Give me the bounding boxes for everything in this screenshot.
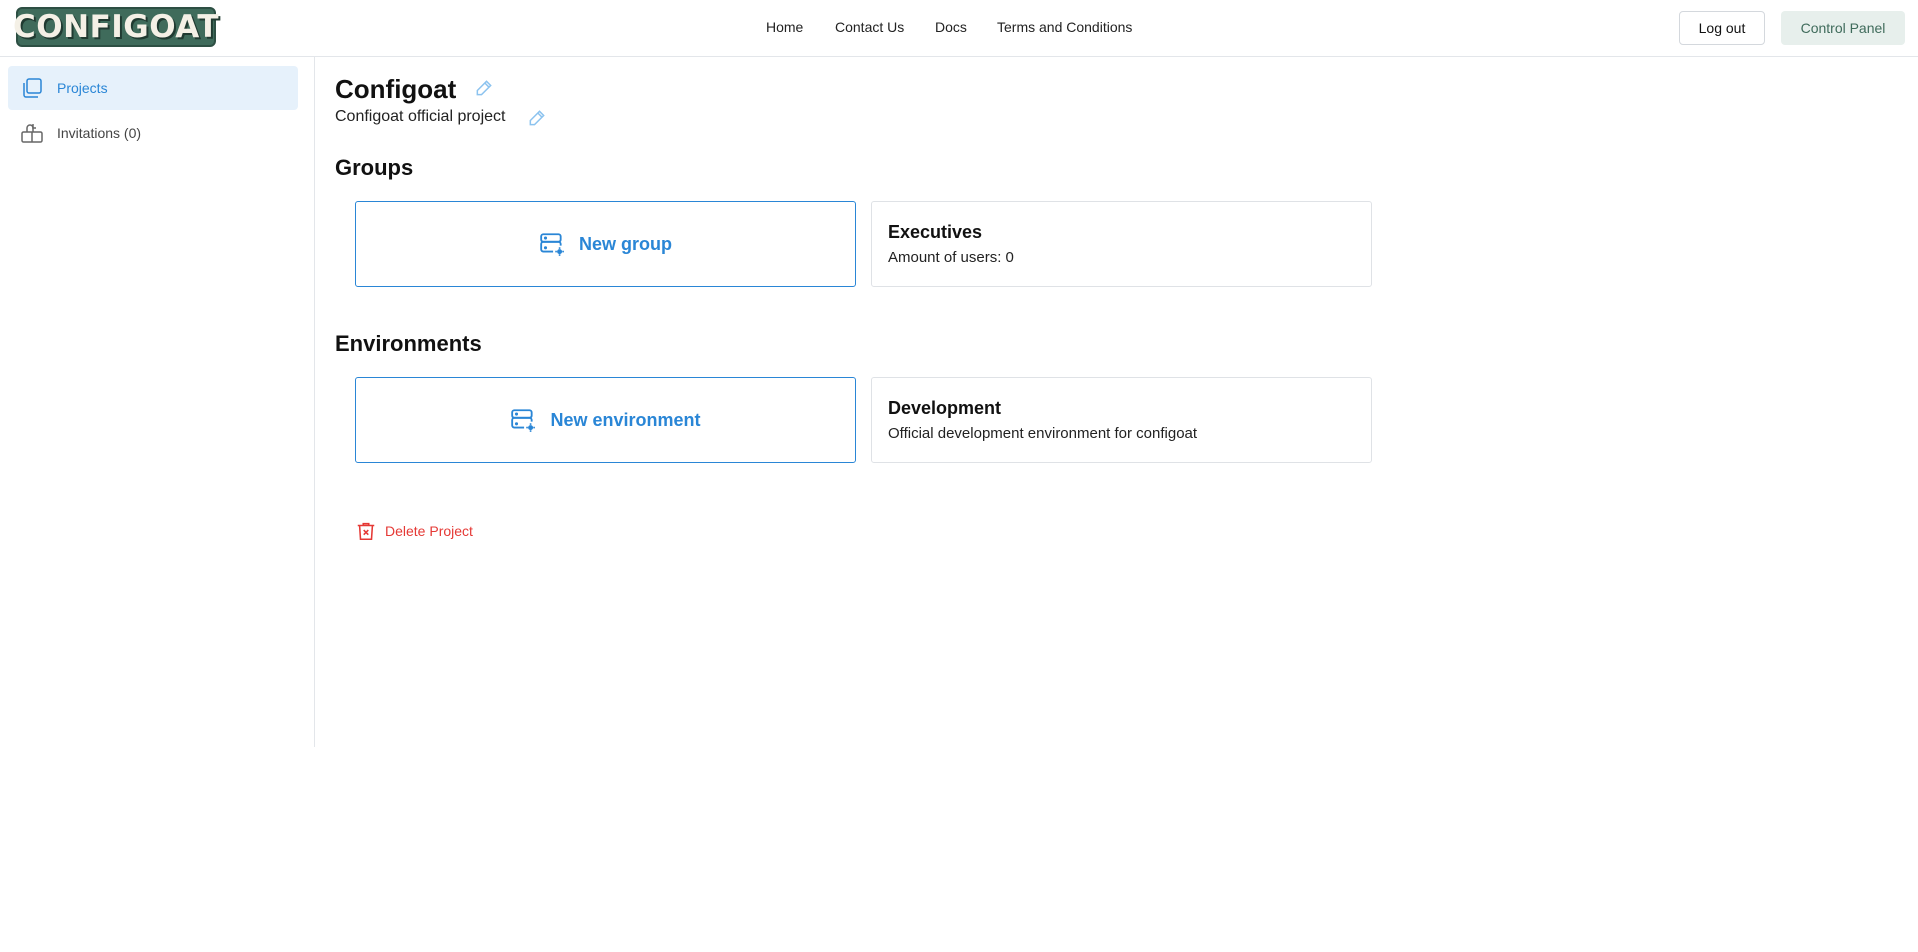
control-panel-button[interactable]: Control Panel [1781, 11, 1905, 45]
logout-button[interactable]: Log out [1679, 11, 1765, 45]
edit-title-pencil-icon[interactable] [474, 78, 494, 98]
new-environment-label: New environment [550, 409, 701, 430]
environment-description: Official development environment for con… [888, 425, 1198, 442]
sidebar: Projects Invitations (0) [0, 57, 315, 747]
group-card-executives[interactable]: Executives Amount of users: 0 [871, 201, 1372, 287]
project-title: Configoat [335, 74, 457, 104]
projects-icon [20, 76, 44, 100]
sidebar-item-label: Invitations (0) [57, 125, 142, 141]
server-settings-icon [510, 407, 536, 433]
top-navbar: CONFIGOAT Home Contact Us Docs Terms and… [0, 0, 1918, 57]
environment-card-development[interactable]: Development Official development environ… [871, 377, 1372, 463]
new-group-button[interactable]: New group [355, 201, 856, 287]
environments-heading: Environments [335, 331, 482, 356]
mailbox-icon [20, 121, 44, 145]
nav-contact-link[interactable]: Contact Us [835, 19, 904, 35]
nav-terms-link[interactable]: Terms and Conditions [997, 19, 1132, 35]
groups-heading: Groups [335, 155, 414, 180]
group-name: Executives [888, 222, 983, 242]
delete-project-button[interactable]: Delete Project [355, 520, 473, 542]
delete-project-label: Delete Project [385, 523, 473, 539]
configoat-logo[interactable]: CONFIGOAT [13, 7, 218, 47]
trash-icon [355, 520, 377, 542]
edit-description-pencil-icon[interactable] [527, 108, 547, 128]
new-group-label: New group [579, 233, 672, 254]
sidebar-item-projects[interactable]: Projects [8, 66, 298, 110]
sidebar-item-label: Projects [57, 80, 108, 96]
sidebar-item-invitations[interactable]: Invitations (0) [8, 111, 298, 155]
nav-docs-link[interactable]: Docs [935, 19, 967, 35]
project-description: Configoat official project [335, 108, 506, 125]
project-title-row: Configoat [335, 74, 456, 105]
group-user-count: Amount of users: 0 [888, 249, 1014, 266]
environment-name: Development [888, 398, 1002, 418]
nav-home-link[interactable]: Home [766, 19, 803, 35]
server-settings-icon [539, 231, 565, 257]
new-environment-button[interactable]: New environment [355, 377, 856, 463]
